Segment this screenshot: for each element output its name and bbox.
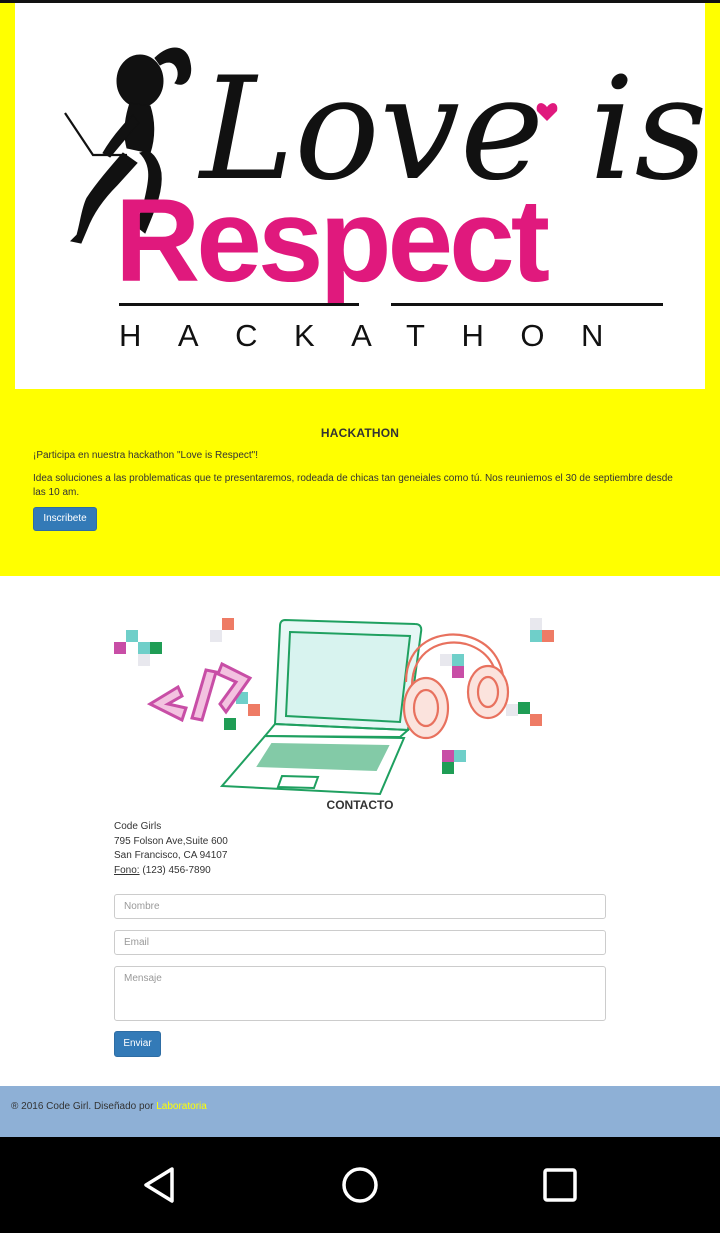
home-icon[interactable]: [340, 1165, 380, 1205]
phone-line: Fono: (123) 456-7890: [114, 864, 228, 879]
back-icon[interactable]: [140, 1165, 180, 1205]
contact-address: Code Girls 795 Folson Ave,Suite 600 San …: [114, 820, 228, 879]
contact-illustration: [110, 612, 570, 802]
logo-main-text: Respect: [115, 175, 549, 307]
code-icon: [146, 661, 253, 723]
hackathon-description: Idea soluciones a las problematicas que …: [33, 473, 673, 498]
address-line-1: 795 Folson Ave,Suite 600: [114, 835, 228, 847]
recents-icon[interactable]: [540, 1165, 580, 1205]
inscribete-button[interactable]: Inscribete: [33, 507, 97, 531]
footer-copyright: ® 2016 Code Girl. Diseñado por: [11, 1101, 157, 1112]
laboratoria-link[interactable]: Laboratoria: [156, 1101, 207, 1112]
hackathon-title: HACKATHON: [320, 426, 400, 440]
logo-banner: Love is Respect HACKATHON: [15, 3, 707, 389]
android-nav-bar: [0, 1137, 720, 1233]
contact-title: CONTACTO: [326, 798, 394, 812]
love-is-respect-logo: Love is Respect HACKATHON: [64, 47, 707, 353]
logo-divider-left: [119, 303, 359, 306]
address-line-2: San Francisco, CA 94107: [114, 850, 228, 862]
footer: ® 2016 Code Girl. Diseñado por Laborator…: [0, 1086, 720, 1137]
company-name: Code Girls: [114, 821, 162, 832]
hackathon-intro: ¡Participa en nuestra hackathon "Love is…: [33, 450, 258, 461]
email-input[interactable]: [114, 930, 606, 955]
message-textarea[interactable]: [114, 966, 606, 1021]
logo-divider-right: [391, 303, 663, 306]
footer-text: ® 2016 Code Girl. Diseñado por Laborator…: [11, 1101, 207, 1112]
phone-number: (123) 456-7890: [142, 865, 211, 877]
name-input[interactable]: [114, 894, 606, 919]
phone-label: Fono:: [114, 865, 140, 877]
logo-sub-text: HACKATHON: [119, 318, 640, 353]
enviar-button[interactable]: Enviar: [114, 1031, 161, 1057]
